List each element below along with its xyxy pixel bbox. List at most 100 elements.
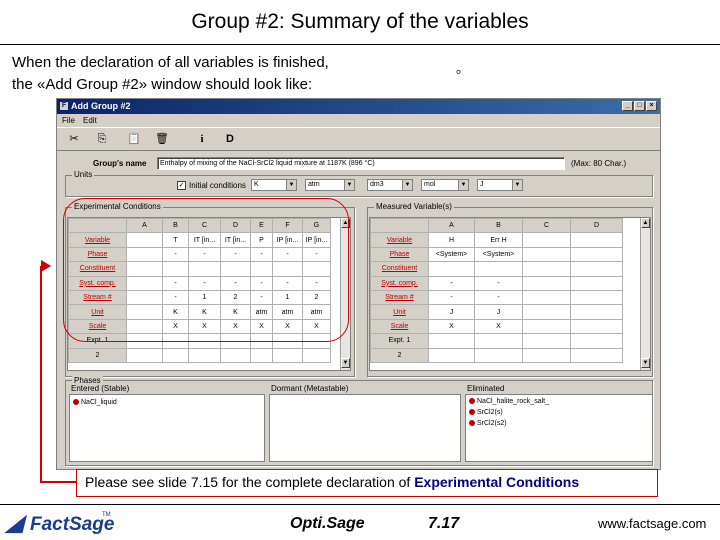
paste-icon[interactable]: 📋 (127, 132, 141, 146)
phase-item-eliminated[interactable]: SrCl2(s) (469, 409, 503, 416)
measured-row-header[interactable]: Scale (370, 318, 429, 335)
volume-unit-select[interactable]: dm3 ▼ (367, 179, 413, 191)
window-titlebar[interactable]: F Add Group #2 _ □ × (57, 99, 660, 114)
measured-cell[interactable] (570, 333, 623, 349)
measured-cell[interactable] (522, 246, 571, 263)
measured-cell[interactable] (570, 232, 623, 248)
eliminated-list[interactable]: NaCl_halite_rock_salt_ SrCl2(s) SrCl2(s2… (465, 394, 653, 462)
experimental-cell[interactable] (162, 347, 189, 363)
measured-row-header: Expt. 1 (370, 333, 429, 349)
measured-cell[interactable] (570, 304, 623, 320)
scroll-down-icon[interactable]: ▼ (641, 358, 650, 368)
amount-unit-select[interactable]: mol ▼ (421, 179, 469, 191)
experimental-cell[interactable] (126, 347, 163, 363)
delete-icon[interactable]: 🗑 (155, 132, 169, 146)
measured-cell[interactable] (522, 261, 571, 277)
initial-conditions-checkbox[interactable]: ✓ (177, 181, 186, 190)
measured-cell[interactable]: - (428, 289, 475, 306)
entered-stable-list[interactable]: NaCl_liquid (69, 394, 265, 462)
measured-cell[interactable]: - (428, 275, 475, 291)
measured-header-row: ABCD (370, 217, 623, 234)
footer-url: www.factsage.com (598, 516, 707, 531)
minimize-button[interactable]: _ (622, 101, 633, 111)
phase-item-entered[interactable]: NaCl_liquid (73, 399, 117, 406)
experimental-cell[interactable] (250, 347, 273, 363)
close-button[interactable]: × (646, 101, 657, 111)
measured-column-header[interactable]: C (522, 217, 571, 234)
measured-variables-title: Measured Variable(s) (374, 202, 454, 211)
measured-column-header[interactable]: A (428, 217, 475, 234)
experimental-cell[interactable] (220, 347, 251, 363)
copy-icon[interactable]: ⎘ (95, 132, 109, 146)
measured-cell[interactable]: <System> (474, 246, 523, 263)
measured-cell[interactable] (522, 347, 571, 363)
info-icon[interactable]: i (195, 132, 209, 146)
measured-row-header[interactable]: Stream # (370, 289, 429, 306)
cut-icon[interactable]: ✂ (67, 132, 81, 146)
experimental-cell[interactable] (272, 347, 303, 363)
measured-cell[interactable] (474, 347, 523, 363)
temperature-unit-select[interactable]: K ▼ (251, 179, 297, 191)
experimental-cell[interactable] (302, 347, 331, 363)
measured-cell[interactable] (522, 333, 571, 349)
window-title: Add Group #2 (71, 101, 131, 111)
measured-cell[interactable] (570, 347, 623, 363)
chevron-down-icon: ▼ (512, 180, 522, 190)
measured-cell[interactable] (522, 318, 571, 335)
toolbar: ✂ ⎘ 📋 🗑 i D (57, 127, 660, 151)
scroll-down-icon[interactable]: ▼ (341, 358, 350, 368)
calculate-icon[interactable]: D (223, 132, 237, 146)
measured-cell[interactable]: H (428, 232, 475, 248)
measured-cell[interactable] (474, 261, 523, 277)
measured-row-header[interactable]: Phase (370, 246, 429, 263)
measured-cell[interactable]: J (474, 304, 523, 320)
measured-cell[interactable]: Err H (474, 232, 523, 248)
experimental-cell[interactable] (188, 347, 221, 363)
scroll-up-icon[interactable]: ▲ (641, 218, 650, 228)
measured-row-header[interactable]: Variable (370, 232, 429, 248)
measured-cell[interactable] (522, 232, 571, 248)
measured-row-header: 2 (370, 347, 429, 363)
menu-file[interactable]: File (62, 116, 75, 125)
measured-grid: A B C D Variable H Err H Phase <System> <System> C… (369, 217, 651, 371)
phase-item-eliminated[interactable]: SrCl2(s2) (469, 420, 507, 427)
menu-bar: File Edit (57, 114, 660, 127)
pressure-unit-select[interactable]: atm ▼ (305, 179, 355, 191)
measured-cell[interactable] (522, 289, 571, 306)
max-chars-note: (Max: 80 Char.) (571, 159, 627, 168)
phase-item-eliminated[interactable]: NaCl_halite_rock_salt_ (469, 398, 549, 405)
measured-row-header[interactable]: Constituent (370, 261, 429, 277)
phase-bullet-icon (469, 420, 475, 426)
measured-scrollbar[interactable]: ▲ ▼ (640, 218, 650, 370)
measured-cell[interactable] (570, 261, 623, 277)
measured-cell[interactable] (428, 347, 475, 363)
measured-cell[interactable] (428, 333, 475, 349)
maximize-button[interactable]: □ (634, 101, 645, 111)
dormant-metastable-list[interactable] (269, 394, 461, 462)
measured-cell[interactable]: - (474, 289, 523, 306)
measured-cell[interactable] (570, 275, 623, 291)
measured-cell[interactable]: J (428, 304, 475, 320)
measured-cell[interactable]: X (474, 318, 523, 335)
measured-cell[interactable] (570, 318, 623, 335)
measured-row-header[interactable]: Unit (370, 304, 429, 320)
measured-cell[interactable] (522, 304, 571, 320)
measured-cell[interactable] (474, 333, 523, 349)
measured-cell[interactable]: <System> (428, 246, 475, 263)
energy-unit-select[interactable]: J ▼ (477, 179, 523, 191)
menu-edit[interactable]: Edit (83, 116, 97, 125)
measured-row-header[interactable]: Syst. comp. (370, 275, 429, 291)
measured-column-header[interactable]: B (474, 217, 523, 234)
measured-cell[interactable] (570, 246, 623, 263)
callout-line-vertical (40, 266, 42, 482)
measured-cell[interactable]: - (474, 275, 523, 291)
group-name-field[interactable]: Enthalpy of mixing of the NaCl-SrCl2 liq… (157, 157, 565, 170)
measured-cell[interactable]: X (428, 318, 475, 335)
phase-bullet-icon (73, 399, 79, 405)
group-name-label: Group's name (93, 159, 147, 168)
measured-cell[interactable] (522, 275, 571, 291)
table-row: 2 (370, 347, 623, 363)
measured-column-header[interactable]: D (570, 217, 623, 234)
measured-cell[interactable] (428, 261, 475, 277)
measured-cell[interactable] (570, 289, 623, 306)
